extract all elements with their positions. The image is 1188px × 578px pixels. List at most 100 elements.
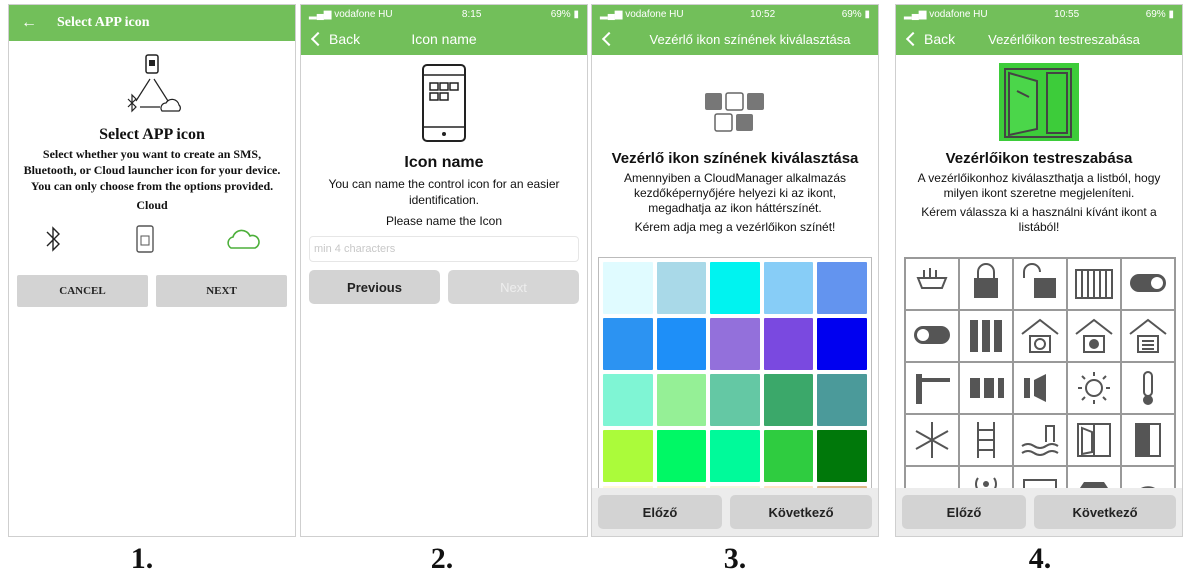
back-arrow-icon[interactable]: ← xyxy=(21,14,37,32)
speaker-icon xyxy=(1024,374,1046,402)
chevron-left-icon xyxy=(905,31,921,47)
color-swatch[interactable] xyxy=(817,374,867,426)
previous-button[interactable]: Előző xyxy=(902,495,1026,529)
previous-button[interactable]: Previous xyxy=(309,270,440,304)
sms-icon[interactable] xyxy=(134,224,156,259)
icon-option[interactable] xyxy=(1067,310,1121,362)
description: Amennyiben a CloudManager alkalmazás kez… xyxy=(623,171,847,215)
next-button[interactable]: Következő xyxy=(730,495,872,529)
icon-option[interactable] xyxy=(905,310,959,362)
icon-option[interactable] xyxy=(905,258,959,310)
icon-option[interactable] xyxy=(1013,362,1067,414)
icon-option[interactable] xyxy=(1067,414,1121,466)
color-swatch[interactable] xyxy=(656,430,707,482)
icon-option[interactable] xyxy=(1013,258,1067,310)
bottom-bar: Előző Következő xyxy=(896,488,1182,536)
time: 10:52 xyxy=(750,8,776,20)
back-button[interactable]: Back xyxy=(309,31,360,47)
toggle-off-icon xyxy=(914,326,950,344)
description: Select whether you want to create an SMS… xyxy=(23,147,281,193)
battery-icon: ▮ xyxy=(1168,8,1174,20)
step-label-1: 1. xyxy=(130,542,154,575)
icon-option[interactable] xyxy=(1067,258,1121,310)
back-button[interactable]: Back xyxy=(904,31,955,47)
next-button[interactable]: NEXT xyxy=(156,275,287,307)
gate-icon xyxy=(1075,269,1113,299)
signal-icon: ▂▄▆ xyxy=(309,8,332,20)
house-check-icon xyxy=(1021,318,1059,353)
color-swatch[interactable] xyxy=(603,262,653,314)
status-bar: ▂▄▆ vodafone HU 10:55 69% ▮ xyxy=(896,5,1182,23)
color-swatch[interactable] xyxy=(817,262,867,314)
pool-icon xyxy=(1021,425,1059,456)
sliding-gate-icon xyxy=(970,378,1004,398)
icon-option[interactable] xyxy=(1121,414,1175,466)
battery-level: 69% xyxy=(841,8,862,20)
status-bar: ▂▄▆ vodafone HU 8:15 69% ▮ xyxy=(301,5,587,23)
color-swatch[interactable] xyxy=(710,318,760,370)
chevron-left-icon xyxy=(310,31,326,47)
color-swatch[interactable] xyxy=(763,430,814,482)
color-swatch[interactable] xyxy=(710,430,760,482)
color-swatch[interactable] xyxy=(603,318,653,370)
color-swatch[interactable] xyxy=(817,318,867,370)
color-swatch[interactable] xyxy=(603,430,653,482)
color-swatch[interactable] xyxy=(656,262,707,314)
icon-option[interactable] xyxy=(1067,362,1121,414)
time: 8:15 xyxy=(461,8,482,20)
battery-level: 69% xyxy=(550,8,571,20)
color-tiles-icon xyxy=(592,91,878,138)
carrier: vodafone HU xyxy=(625,8,684,20)
icon-option[interactable] xyxy=(959,310,1013,362)
heading: Vezérlő ikon színének kiválasztása xyxy=(611,150,859,167)
header: ▂▄▆ vodafone HU 10:52 69% ▮ Vezérlő ikon… xyxy=(592,5,878,55)
next-button[interactable]: Következő xyxy=(1034,495,1176,529)
header: ← Select APP icon xyxy=(9,5,295,41)
thermometer-icon xyxy=(1143,371,1153,405)
color-swatch[interactable] xyxy=(710,374,760,426)
color-swatch[interactable] xyxy=(656,374,707,426)
back-button[interactable] xyxy=(600,31,617,47)
color-swatch[interactable] xyxy=(763,318,814,370)
color-swatch[interactable] xyxy=(656,318,707,370)
step-label-4: 4. xyxy=(1028,542,1052,575)
heading: Icon name xyxy=(404,154,484,171)
color-swatch[interactable] xyxy=(710,262,760,314)
icon-option[interactable] xyxy=(959,258,1013,310)
icon-option[interactable] xyxy=(1013,414,1067,466)
snowflake-icon xyxy=(915,422,949,458)
icon-option[interactable] xyxy=(959,362,1013,414)
prompt: Please name the Icon xyxy=(385,214,503,228)
barrier-icon xyxy=(916,374,950,404)
prompt: Kérem adja meg a vezérlőikon színét! xyxy=(634,220,836,234)
color-swatch[interactable] xyxy=(763,262,814,314)
prompt: Kérem válassza ki a használni kívánt iko… xyxy=(921,205,1157,234)
icon-option[interactable] xyxy=(905,414,959,466)
icon-grid xyxy=(904,257,1176,493)
header: ▂▄▆ vodafone HU 10:55 69% ▮ Back Vezérlő… xyxy=(896,5,1182,55)
nav-title: Vezérlő ikon színének kiválasztása xyxy=(649,31,851,47)
input-placeholder: min 4 characters xyxy=(314,243,396,255)
color-swatch[interactable] xyxy=(817,430,867,482)
color-swatch[interactable] xyxy=(763,374,814,426)
server-rack-icon xyxy=(970,320,1002,352)
next-button[interactable]: Next xyxy=(448,270,579,304)
step-label-2: 2. xyxy=(430,542,454,575)
icon-option[interactable] xyxy=(1121,310,1175,362)
bluetooth-icon[interactable] xyxy=(43,224,65,259)
step-label-3: 3. xyxy=(723,542,747,575)
phone-grid-icon xyxy=(301,63,587,148)
color-swatch[interactable] xyxy=(603,374,653,426)
ladder-icon xyxy=(977,422,995,458)
cloud-icon[interactable] xyxy=(225,226,261,257)
icon-option[interactable] xyxy=(905,362,959,414)
icon-option[interactable] xyxy=(959,414,1013,466)
back-label: Back xyxy=(924,31,956,47)
icon-option[interactable] xyxy=(1013,310,1067,362)
icon-name-input[interactable]: min 4 characters xyxy=(309,236,579,262)
icon-option[interactable] xyxy=(1121,258,1175,310)
previous-button[interactable]: Előző xyxy=(598,495,722,529)
house-doc-icon xyxy=(1129,318,1167,353)
icon-option[interactable] xyxy=(1121,362,1175,414)
cancel-button[interactable]: CANCEL xyxy=(17,275,148,307)
